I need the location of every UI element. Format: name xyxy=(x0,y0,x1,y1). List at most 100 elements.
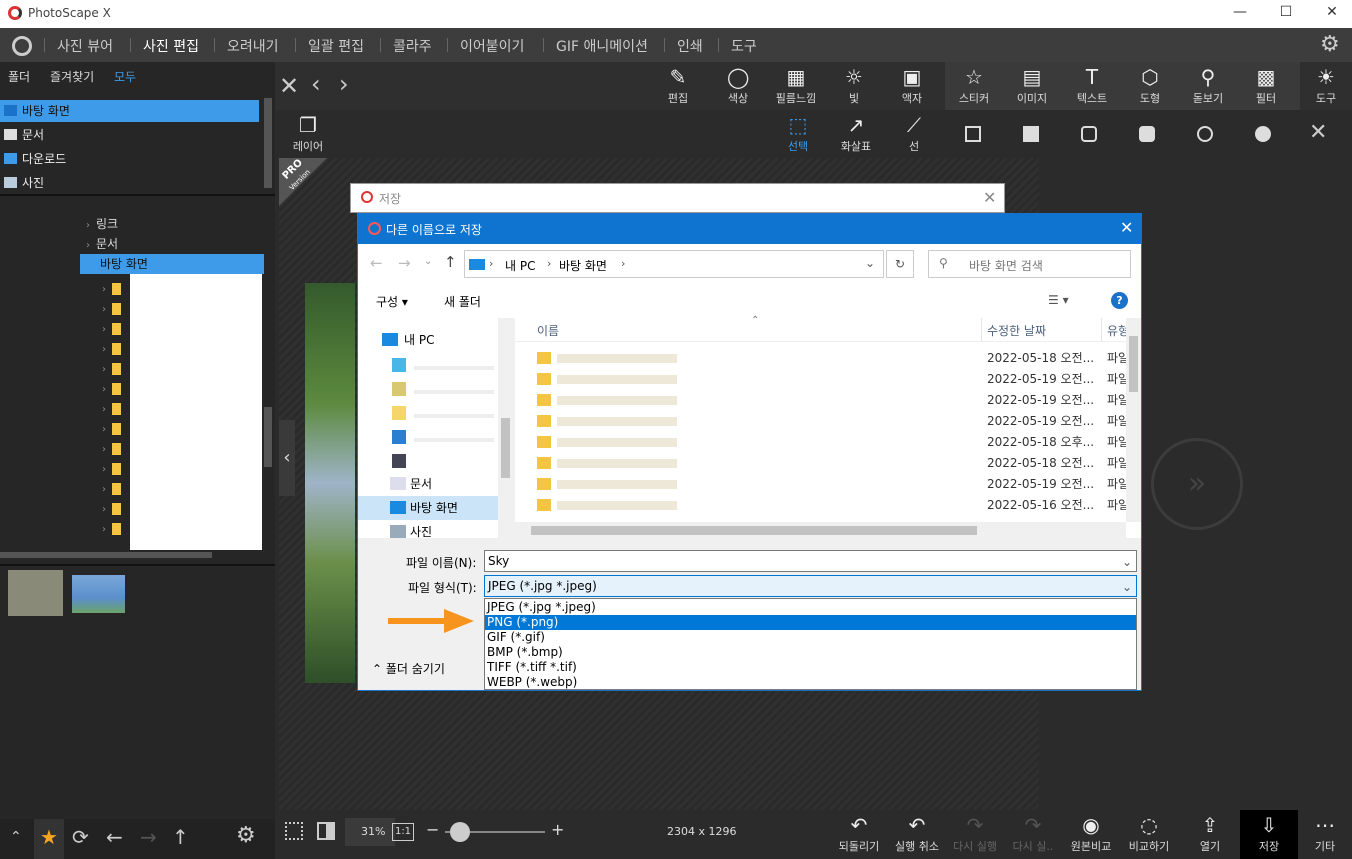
save-button[interactable]: ⇩ 저장 xyxy=(1241,814,1297,854)
quick-scrollbar[interactable] xyxy=(264,98,272,188)
nav-this-pc[interactable]: 내 PC xyxy=(358,328,498,352)
rounded-rect-filled-icon[interactable] xyxy=(1139,126,1155,142)
save-as-close-icon[interactable]: ✕ xyxy=(1120,218,1133,237)
nav-desktop[interactable]: 바탕 화면 xyxy=(358,496,498,520)
collapse-up-icon[interactable]: ⌃ xyxy=(10,829,22,845)
thumbnail-1[interactable] xyxy=(8,570,63,616)
help-icon[interactable]: ? xyxy=(1111,292,1128,309)
nav-pictures[interactable]: 사진 xyxy=(358,520,498,544)
menu-combine[interactable]: 이어붙이기 xyxy=(460,36,524,56)
close-image-icon[interactable]: ✕ xyxy=(279,72,299,100)
up-arrow-icon[interactable]: ↑ xyxy=(172,825,189,849)
next-image-icon[interactable]: › xyxy=(339,70,349,98)
tool-line[interactable]: ⟋ 선 xyxy=(887,114,941,154)
nav-up-icon[interactable]: ↑ xyxy=(444,253,457,271)
file-row[interactable]: 2022-05-19 오전... 파일 xyxy=(515,390,1141,411)
tool-magnifier[interactable]: ⚲ 돋보기 xyxy=(1181,66,1235,106)
file-row[interactable]: 2022-05-19 오전... 파일 xyxy=(515,411,1141,432)
option-jpeg[interactable]: JPEG (*.jpg *.jpeg) xyxy=(485,600,1136,615)
tool-arrow[interactable]: ↗ 화살표 xyxy=(829,114,883,154)
redo-all-button[interactable]: ↷ 다시 실.. xyxy=(1005,814,1061,854)
tool-film[interactable]: ▦ 필름느낌 xyxy=(769,66,823,106)
nav-documents[interactable]: 문서 xyxy=(358,472,498,496)
quick-downloads[interactable]: 다운로드 xyxy=(0,148,259,170)
tool-image[interactable]: ▤ 이미지 xyxy=(1005,66,1059,106)
thumbnail-2[interactable] xyxy=(72,575,125,613)
tree-scrollbar[interactable] xyxy=(264,407,272,467)
menu-photo-edit[interactable]: 사진 편집 xyxy=(143,36,199,56)
file-row[interactable]: 2022-05-19 오전... 파일 xyxy=(515,474,1141,495)
hide-folders-button[interactable]: ⌃ 폴더 숨기기 xyxy=(372,660,445,677)
tool-layer[interactable]: ❐ 레이어 xyxy=(281,114,335,154)
tree-hscrollbar[interactable] xyxy=(0,552,212,558)
circle-filled-icon[interactable] xyxy=(1255,126,1271,142)
tool-light[interactable]: ☼ 빛 xyxy=(827,66,881,106)
minimize-button[interactable]: — xyxy=(1220,4,1260,24)
prev-image-icon[interactable]: ‹ xyxy=(311,70,321,98)
menu-photo-viewer[interactable]: 사진 뷰어 xyxy=(57,36,113,56)
zoom-out-icon[interactable]: − xyxy=(426,820,439,839)
tab-favorites[interactable]: 즐겨찾기 xyxy=(50,68,94,85)
redo-button[interactable]: ↷ 다시 실행 xyxy=(947,814,1003,854)
menu-print[interactable]: 인쇄 xyxy=(677,36,703,56)
menu-gif-animation[interactable]: GIF 애니메이션 xyxy=(556,36,648,56)
option-tiff[interactable]: TIFF (*.tiff *.tif) xyxy=(485,660,1136,675)
menu-collage[interactable]: 콜라주 xyxy=(393,36,432,56)
undo-all-button[interactable]: ↶ 되돌리기 xyxy=(831,814,887,854)
original-compare-button[interactable]: ◉ 원본비교 xyxy=(1063,814,1119,854)
forward-arrow-icon[interactable]: → xyxy=(140,825,157,849)
menu-batch-edit[interactable]: 일괄 편집 xyxy=(308,36,364,56)
close-subtool-icon[interactable]: ✕ xyxy=(1309,120,1327,145)
breadcrumb-pc[interactable]: 내 PC xyxy=(505,257,535,274)
tool-sticker[interactable]: ☆ 스티커 xyxy=(947,66,1001,106)
address-bar[interactable]: › 내 PC › 바탕 화면 › ⌄ xyxy=(464,250,884,278)
nav-back-icon[interactable]: ← xyxy=(370,254,383,272)
zoom-in-icon[interactable]: + xyxy=(551,820,564,839)
option-png[interactable]: PNG (*.png) xyxy=(485,615,1136,630)
quick-pictures[interactable]: 사진 xyxy=(0,172,259,194)
recent-locations-icon[interactable]: ⌄ xyxy=(424,256,432,267)
quick-documents[interactable]: 문서 xyxy=(0,124,259,146)
nav-scrollbar[interactable] xyxy=(498,318,513,538)
back-arrow-icon[interactable]: ← xyxy=(106,825,123,849)
breadcrumb-desktop[interactable]: 바탕 화면 xyxy=(559,257,607,274)
tool-tools[interactable]: ☀ 도구 xyxy=(1299,66,1352,106)
tab-all[interactable]: 모두 xyxy=(114,68,136,85)
refresh-button[interactable]: ↻ xyxy=(886,250,914,278)
file-row[interactable]: 2022-05-18 오전... 파일 xyxy=(515,453,1141,474)
rect-filled-icon[interactable] xyxy=(1023,126,1039,142)
organize-button[interactable]: 구성 ▾ xyxy=(376,293,408,310)
tool-select[interactable]: ⬚ 선택 xyxy=(771,114,825,154)
tab-folder[interactable]: 폴더 xyxy=(8,68,30,85)
undo-button[interactable]: ↶ 실행 취소 xyxy=(889,814,945,854)
tool-color[interactable]: ◯ 색상 xyxy=(711,66,765,106)
file-row[interactable]: 2022-05-18 오후... 파일 xyxy=(515,432,1141,453)
filetype-select[interactable]: JPEG (*.jpg *.jpeg) ⌄ xyxy=(484,575,1137,597)
menu-cutout[interactable]: 오려내기 xyxy=(227,36,279,56)
file-vscrollbar[interactable] xyxy=(1126,318,1141,522)
file-hscrollbar[interactable] xyxy=(515,522,1126,538)
tree-desktop[interactable]: 바탕 화면 xyxy=(80,254,264,274)
search-box[interactable]: ⚲ 바탕 화면 검색 xyxy=(928,250,1131,278)
more-button[interactable]: ⋯ 기타 xyxy=(1297,814,1352,854)
col-date[interactable]: 수정한 날짜 xyxy=(987,322,1046,339)
zoom-slider-handle[interactable] xyxy=(450,822,470,842)
nav-forward-icon[interactable]: → xyxy=(398,254,411,272)
file-row[interactable]: 2022-05-18 오전... 파일 xyxy=(515,348,1141,369)
file-row[interactable]: 2022-05-16 오전... 파일 xyxy=(515,495,1141,516)
tool-frame[interactable]: ▣ 액자 xyxy=(885,66,939,106)
tool-filter[interactable]: ▩ 필터 xyxy=(1239,66,1293,106)
col-name[interactable]: 이름 xyxy=(537,322,559,339)
save-dialog-close-icon[interactable]: ✕ xyxy=(983,188,996,207)
panel-settings-icon[interactable]: ⚙ xyxy=(236,823,256,848)
actual-size-button[interactable]: 1:1 xyxy=(392,823,414,841)
new-folder-button[interactable]: 새 폴더 xyxy=(444,293,481,310)
address-dropdown-icon[interactable]: ⌄ xyxy=(865,256,875,270)
collapse-left-panel-button[interactable]: ‹ xyxy=(279,420,295,496)
menu-tools[interactable]: 도구 xyxy=(731,36,757,56)
maximize-button[interactable]: ☐ xyxy=(1266,4,1306,24)
rect-outline-icon[interactable] xyxy=(965,126,981,142)
refresh-icon[interactable]: ⟳ xyxy=(72,825,89,849)
home-icon[interactable] xyxy=(12,36,32,56)
option-bmp[interactable]: BMP (*.bmp) xyxy=(485,645,1136,660)
